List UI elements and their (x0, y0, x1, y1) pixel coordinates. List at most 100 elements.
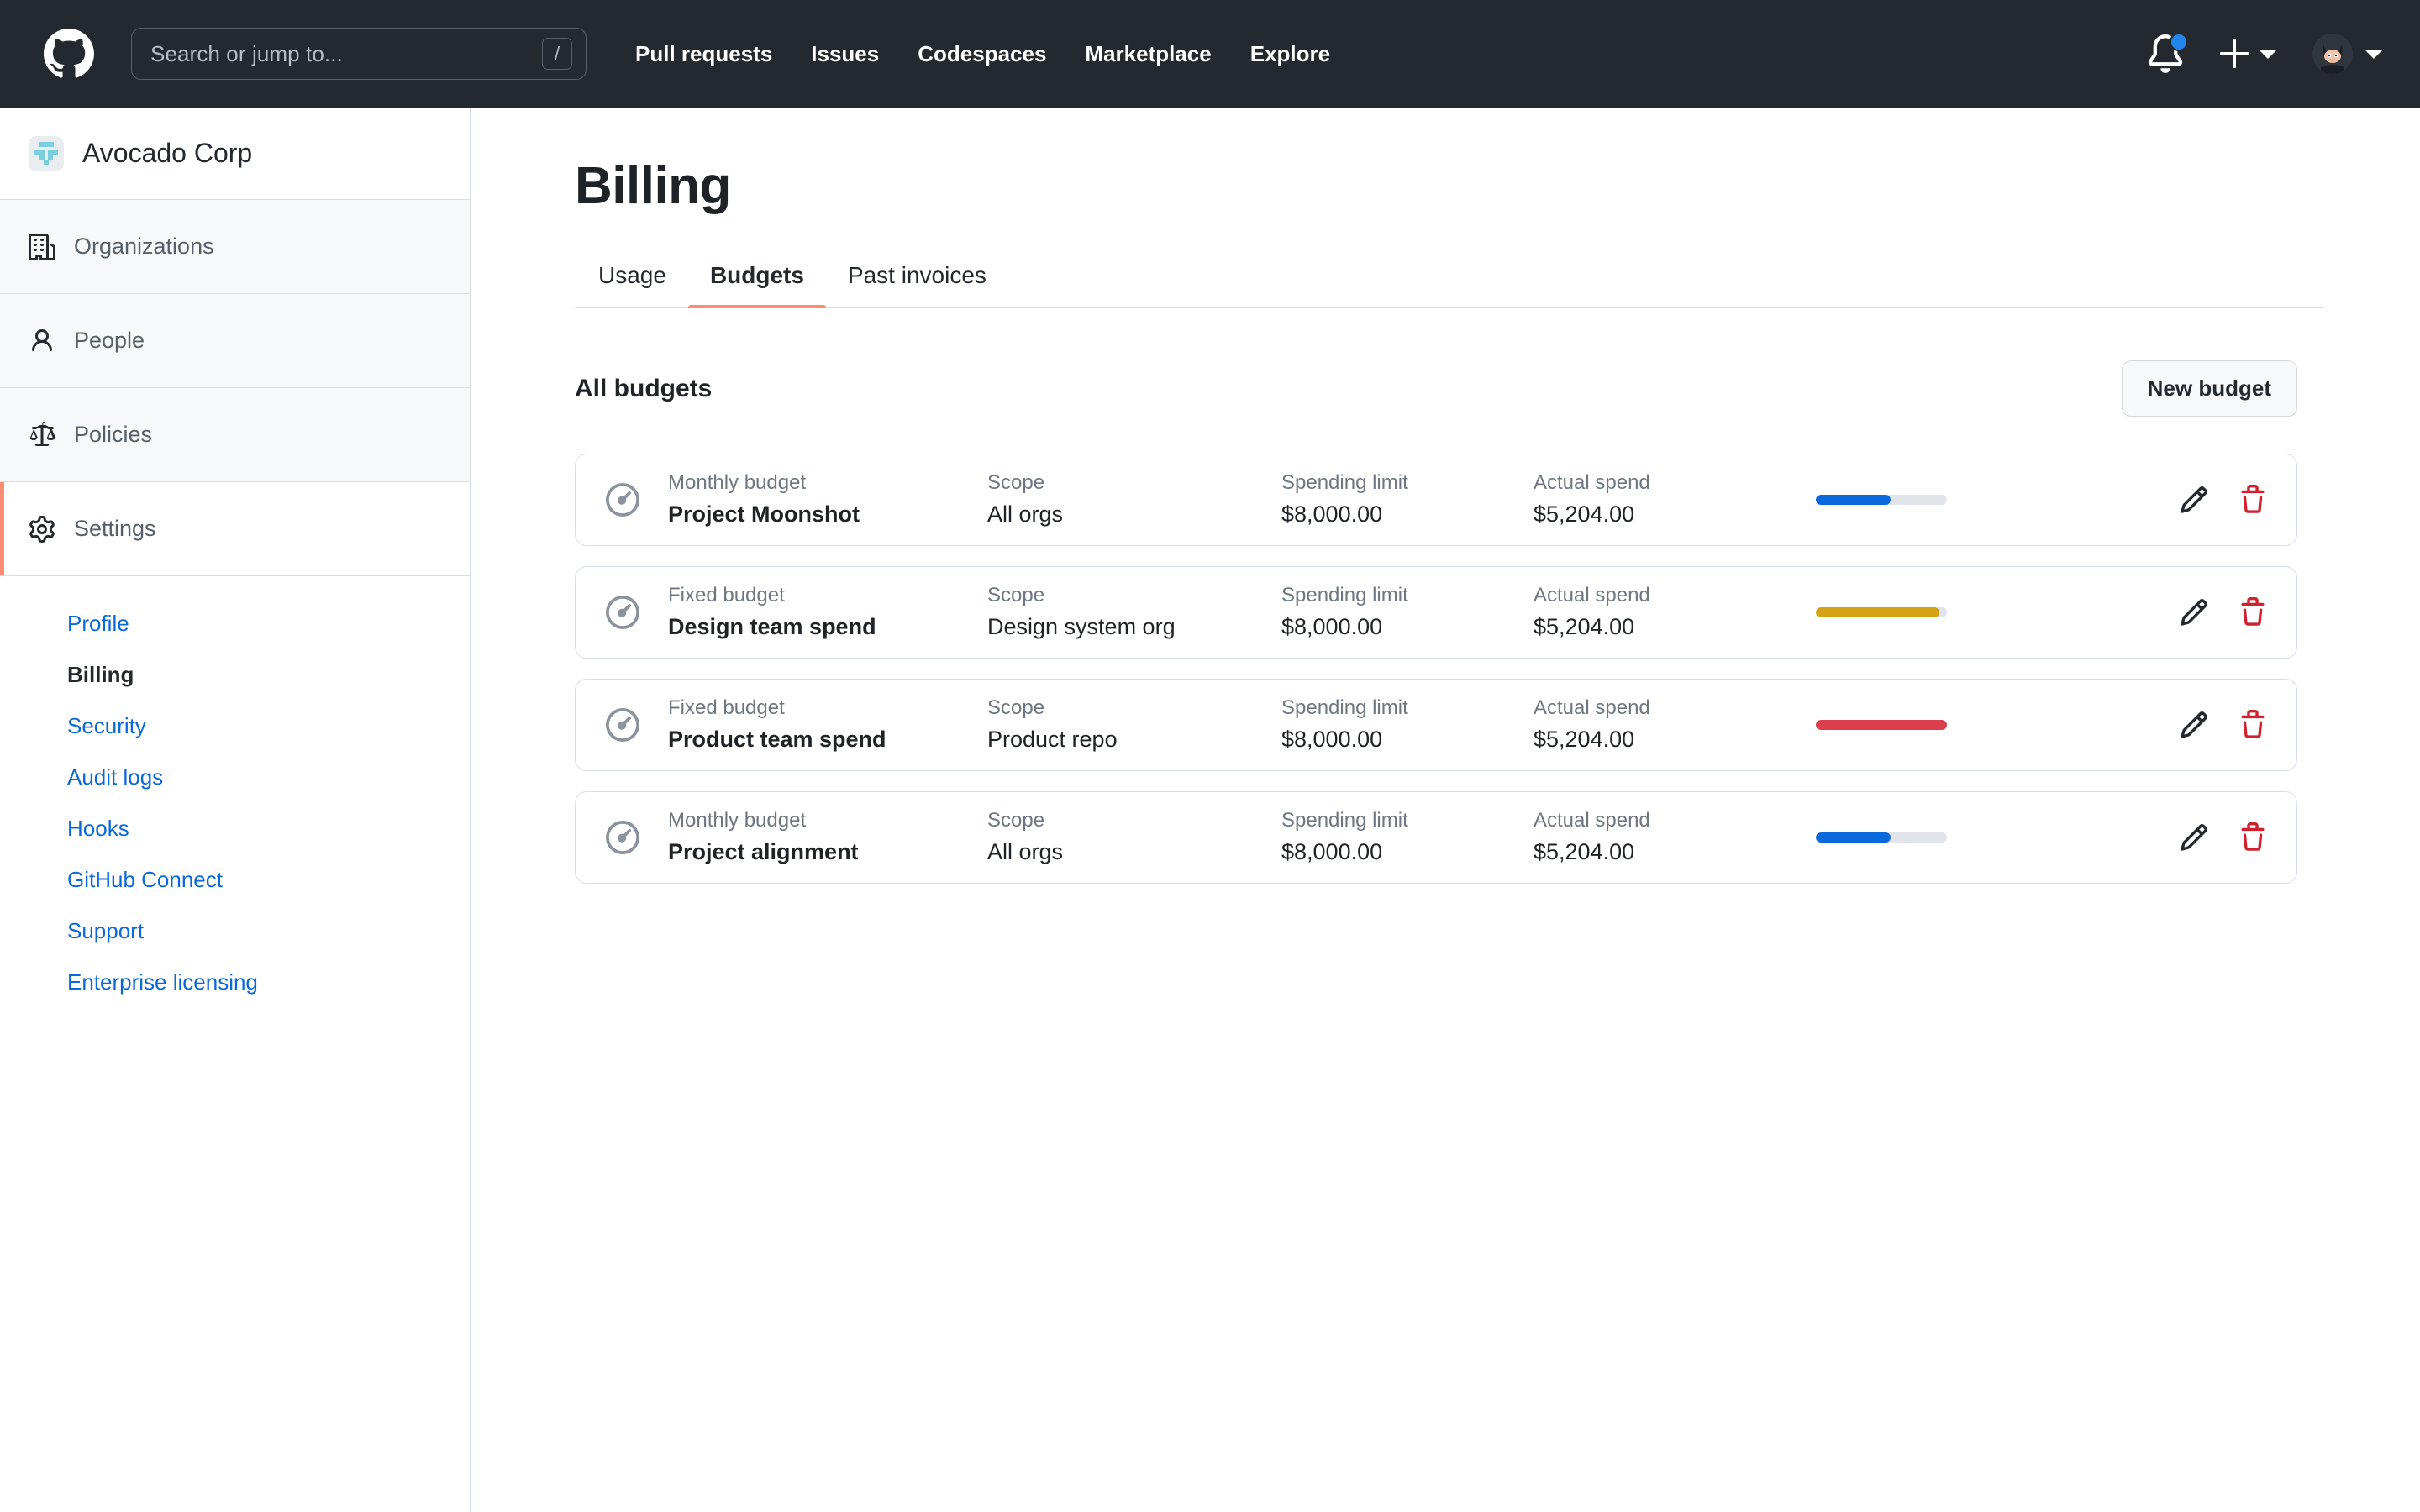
section-title: All budgets (575, 375, 712, 403)
delete-budget-button[interactable] (2238, 485, 2268, 515)
create-new-button[interactable] (2220, 39, 2277, 68)
sub-nav-item-github-connect[interactable]: GitHub Connect (0, 854, 470, 906)
actual-spend-value: $5,204.00 (1534, 501, 1802, 529)
row-actions (2179, 597, 2268, 627)
scope-value: Design system org (987, 613, 1281, 642)
sub-nav-item-audit-logs[interactable]: Audit logs (0, 752, 470, 803)
org-avatar-icon (29, 136, 64, 171)
budget-scope-cell: Scope All orgs (987, 471, 1281, 529)
sidebar-item-policies[interactable]: Policies (0, 388, 470, 482)
spending-limit-label: Spending limit (1281, 809, 1534, 833)
delete-budget-button[interactable] (2238, 597, 2268, 627)
actual-spend-label: Actual spend (1534, 809, 1802, 833)
row-actions (2179, 710, 2268, 740)
edit-budget-button[interactable] (2179, 485, 2209, 515)
sub-nav-item-security[interactable]: Security (0, 701, 470, 752)
chevron-down-icon (2365, 50, 2383, 59)
scope-value: All orgs (987, 501, 1281, 529)
sidebar-item-settings[interactable]: Settings (0, 482, 470, 576)
row-actions (2179, 485, 2268, 515)
budget-name: Product team spend (668, 726, 987, 754)
edit-budget-button[interactable] (2179, 822, 2209, 853)
progress-fill (1816, 607, 1939, 617)
page-body: Avocado Corp Organizations People (0, 108, 2420, 1512)
budget-scope-cell: Scope Product repo (987, 696, 1281, 754)
search-placeholder: Search or jump to... (150, 41, 542, 67)
budget-progress (1816, 495, 2068, 505)
budget-progress (1816, 720, 2068, 730)
budget-list: Monthly budget Project Moonshot Scope Al… (575, 454, 2323, 884)
budget-name-cell: Monthly budget Project alignment (668, 809, 987, 867)
sub-nav-item-hooks[interactable]: Hooks (0, 803, 470, 854)
org-header[interactable]: Avocado Corp (0, 108, 470, 200)
sub-nav-item-profile[interactable]: Profile (0, 598, 470, 649)
actual-spend-label: Actual spend (1534, 471, 1802, 496)
progress-track (1816, 720, 1947, 730)
scope-value: Product repo (987, 726, 1281, 754)
nav-explore[interactable]: Explore (1250, 41, 1330, 67)
table-row[interactable]: Monthly budget Project Moonshot Scope Al… (575, 454, 2297, 546)
spending-limit-label: Spending limit (1281, 584, 1534, 608)
tab-past-invoices[interactable]: Past invoices (826, 262, 1008, 307)
nav-pull-requests[interactable]: Pull requests (635, 41, 772, 67)
delete-budget-button[interactable] (2238, 822, 2268, 853)
nav-marketplace[interactable]: Marketplace (1085, 41, 1211, 67)
budget-limit-cell: Spending limit $8,000.00 (1281, 471, 1534, 529)
search-input[interactable]: Search or jump to... / (131, 28, 587, 80)
edit-budget-button[interactable] (2179, 710, 2209, 740)
law-scales-icon (29, 422, 55, 449)
spending-limit-label: Spending limit (1281, 696, 1534, 721)
budget-progress (1816, 607, 2068, 617)
global-header: Search or jump to... / Pull requests Iss… (0, 0, 2420, 108)
header-actions (2146, 34, 2383, 74)
actual-spend-label: Actual spend (1534, 584, 1802, 608)
meter-icon (606, 483, 639, 517)
edit-budget-button[interactable] (2179, 597, 2209, 627)
scope-value: All orgs (987, 838, 1281, 867)
budget-name-cell: Monthly budget Project Moonshot (668, 471, 987, 529)
budget-limit-cell: Spending limit $8,000.00 (1281, 696, 1534, 754)
sidebar-item-people[interactable]: People (0, 294, 470, 388)
budget-name-cell: Fixed budget Product team spend (668, 696, 987, 754)
user-menu-button[interactable] (2312, 34, 2383, 74)
sub-nav-item-billing[interactable]: Billing (0, 649, 470, 701)
org-name: Avocado Corp (82, 138, 252, 169)
gear-icon (29, 516, 55, 543)
github-mark-icon[interactable] (44, 29, 94, 79)
table-row[interactable]: Monthly budget Project alignment Scope A… (575, 791, 2297, 884)
actual-spend-value: $5,204.00 (1534, 613, 1802, 642)
actual-spend-value: $5,204.00 (1534, 726, 1802, 754)
sidebar-item-organizations[interactable]: Organizations (0, 200, 470, 294)
budget-spend-cell: Actual spend $5,204.00 (1534, 809, 1802, 867)
sub-nav-item-enterprise-licensing[interactable]: Enterprise licensing (0, 957, 470, 1008)
table-row[interactable]: Fixed budget Design team spend Scope Des… (575, 566, 2297, 659)
row-actions (2179, 822, 2268, 853)
actual-spend-label: Actual spend (1534, 696, 1802, 721)
settings-sub-nav: Profile Billing Security Audit logs Hook… (0, 576, 470, 1037)
budget-spend-cell: Actual spend $5,204.00 (1534, 696, 1802, 754)
tab-budgets[interactable]: Budgets (688, 262, 826, 307)
sidebar-item-label: Organizations (74, 234, 214, 260)
global-nav: Pull requests Issues Codespaces Marketpl… (635, 41, 1330, 67)
scope-label: Scope (987, 696, 1281, 721)
tab-usage[interactable]: Usage (575, 262, 688, 307)
person-icon (29, 328, 55, 354)
plus-icon (2220, 39, 2249, 68)
delete-budget-button[interactable] (2238, 710, 2268, 740)
new-budget-button[interactable]: New budget (2122, 360, 2297, 417)
spending-limit-value: $8,000.00 (1281, 613, 1534, 642)
budget-type-label: Monthly budget (668, 809, 987, 833)
budget-name-cell: Fixed budget Design team spend (668, 584, 987, 642)
budget-name: Project Moonshot (668, 501, 987, 529)
sub-nav-item-support[interactable]: Support (0, 906, 470, 957)
notifications-button[interactable] (2146, 34, 2185, 73)
chevron-down-icon (2259, 50, 2277, 59)
scope-label: Scope (987, 809, 1281, 833)
progress-fill (1816, 720, 1947, 730)
nav-issues[interactable]: Issues (811, 41, 879, 67)
nav-codespaces[interactable]: Codespaces (918, 41, 1046, 67)
search-shortcut-key: / (542, 38, 572, 70)
meter-icon (606, 708, 639, 742)
table-row[interactable]: Fixed budget Product team spend Scope Pr… (575, 679, 2297, 771)
progress-track (1816, 607, 1947, 617)
